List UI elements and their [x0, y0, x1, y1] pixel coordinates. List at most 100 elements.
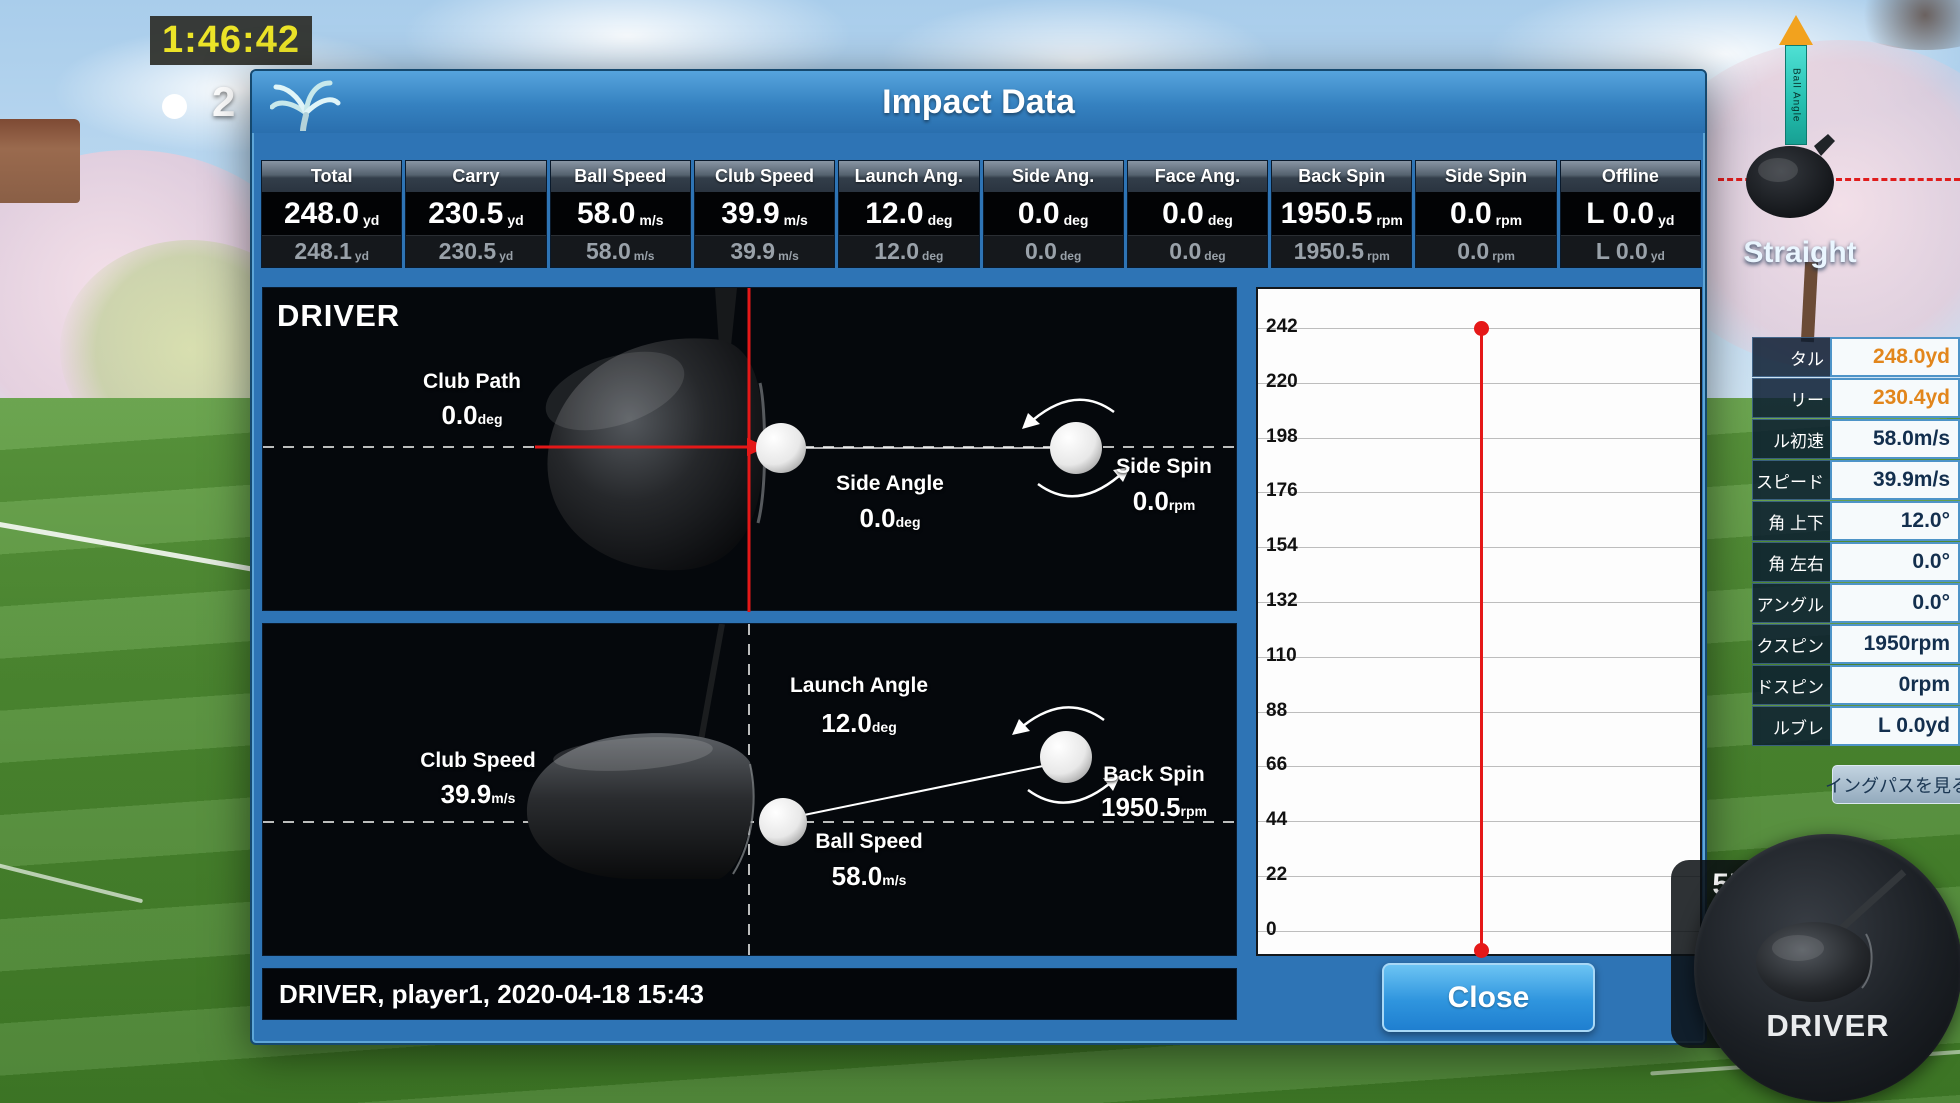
stat-label: Face Ang.	[1128, 161, 1267, 192]
hud-row-side-spin: ドスピン0rpm	[1752, 665, 1960, 705]
stat-column-offline: Offline L 0.0yd L 0.0yd	[1560, 160, 1701, 268]
ball-speed-value: 58.0m/s	[832, 861, 907, 892]
stat-column-side-spin: Side Spin 0.0rpm 0.0rpm	[1415, 160, 1556, 268]
stat-label: Total	[262, 161, 401, 192]
stat-value: 0.0rpm	[1416, 192, 1555, 235]
stat-value: 230.5yd	[406, 192, 545, 235]
flight-start-dot	[1474, 943, 1489, 958]
hud-row-launch-vertical: 角 上下12.0°	[1752, 501, 1960, 541]
stat-previous-value: 1950.5rpm	[1272, 235, 1411, 267]
chart-gridline: 44	[1258, 821, 1700, 822]
ball-angle-indicator: Ball Angle	[1785, 45, 1807, 145]
stat-column-ball-speed: Ball Speed 58.0m/s 58.0m/s	[550, 160, 691, 268]
ball-angle-arrow-icon	[1779, 15, 1813, 45]
stat-label: Side Spin	[1416, 161, 1555, 192]
hud-row-ball-speed: ル初速58.0m/s	[1752, 419, 1960, 459]
session-timer: 1:46:42	[150, 16, 312, 65]
stat-column-side-angle: Side Ang. 0.0deg 0.0deg	[983, 160, 1124, 268]
stat-label: Back Spin	[1272, 161, 1411, 192]
stat-column-total: Total 248.0yd 248.1yd	[261, 160, 402, 268]
club-top-view-graphic	[263, 288, 1238, 612]
stat-previous-value: 0.0deg	[1128, 235, 1267, 267]
club-side-view-graphic	[263, 624, 1238, 957]
stat-previous-value: 58.0m/s	[551, 235, 690, 267]
club-head-top-icon	[1744, 132, 1840, 224]
stat-label: Carry	[406, 161, 545, 192]
score-number: 2	[212, 78, 235, 126]
ball-angle-label: Ball Angle	[1791, 68, 1802, 122]
stat-column-back-spin: Back Spin 1950.5rpm 1950.5rpm	[1271, 160, 1412, 268]
club-speed-label: Club Speed	[420, 749, 536, 773]
panel-club-name: DRIVER	[277, 298, 400, 334]
score-bullet	[162, 94, 187, 119]
stat-previous-value: 39.9m/s	[695, 235, 834, 267]
club-selector-label: DRIVER	[1694, 1008, 1960, 1044]
stat-previous-value: L 0.0yd	[1561, 235, 1700, 267]
launch-angle-label: Launch Angle	[790, 674, 928, 698]
back-spin-label: Back Spin	[1103, 763, 1205, 787]
stat-value: L 0.0yd	[1561, 192, 1700, 235]
shot-shape-label: Straight	[1700, 236, 1900, 270]
flight-path-line	[1480, 328, 1483, 950]
chart-gridline: 22	[1258, 876, 1700, 877]
stat-previous-value: 0.0rpm	[1416, 235, 1555, 267]
stat-column-club-speed: Club Speed 39.9m/s 39.9m/s	[694, 160, 835, 268]
stat-column-face-angle: Face Ang. 0.0deg 0.0deg	[1127, 160, 1268, 268]
club-speed-value: 39.9m/s	[441, 779, 516, 810]
club-side-view-panel: Launch Angle 12.0deg Club Speed 39.9m/s …	[262, 623, 1237, 956]
dialog-header: Impact Data	[252, 71, 1705, 133]
hud-stats-table: タル248.0yd リー230.4yd ル初速58.0m/s スピード39.9m…	[1752, 337, 1960, 747]
side-spin-value: 0.0rpm	[1133, 486, 1196, 517]
hud-row-launch-horizontal: 角 左右0.0°	[1752, 542, 1960, 582]
stat-value: 248.0yd	[262, 192, 401, 235]
ball-speed-label: Ball Speed	[815, 830, 922, 854]
stat-previous-value: 12.0deg	[839, 235, 978, 267]
dialog-title: Impact Data	[252, 71, 1705, 133]
stat-value: 12.0deg	[839, 192, 978, 235]
stat-previous-value: 0.0deg	[984, 235, 1123, 267]
stat-label: Side Ang.	[984, 161, 1123, 192]
chart-gridline: 176	[1258, 492, 1700, 493]
chart-gridline: 154	[1258, 547, 1700, 548]
hud-row-offline: ルブレL 0.0yd	[1752, 706, 1960, 746]
stat-label: Club Speed	[695, 161, 834, 192]
ball-flight-chart: 242 220 198 176 154 132 110 88 66 44 22 …	[1256, 287, 1702, 956]
side-spin-label: Side Spin	[1116, 455, 1212, 479]
stat-value: 0.0deg	[1128, 192, 1267, 235]
close-button[interactable]: Close	[1382, 963, 1595, 1032]
building	[0, 119, 80, 203]
back-spin-value: 1950.5rpm	[1101, 792, 1207, 823]
side-angle-value: 0.0deg	[859, 503, 920, 534]
flight-end-dot	[1474, 321, 1489, 336]
stat-column-launch-angle: Launch Ang. 12.0deg 12.0deg	[838, 160, 979, 268]
chart-gridline: 198	[1258, 438, 1700, 439]
stat-value: 1950.5rpm	[1272, 192, 1411, 235]
chart-gridline: 132	[1258, 602, 1700, 603]
chart-gridline: 110	[1258, 657, 1700, 658]
hud-row-head-speed: スピード39.9m/s	[1752, 460, 1960, 500]
club-path-value: 0.0deg	[441, 400, 502, 431]
impact-stats-grid: Total 248.0yd 248.1yd Carry 230.5yd 230.…	[261, 160, 1701, 268]
stat-value: 0.0deg	[984, 192, 1123, 235]
golf-simulator-screen: 1:46:42 2 Impact Data Total 248.0yd 248.…	[0, 0, 1960, 1103]
hud-row-back-spin: クスピン1950rpm	[1752, 624, 1960, 664]
hud-row-carry: リー230.4yd	[1752, 378, 1960, 418]
club-path-label: Club Path	[423, 370, 521, 394]
stat-label: Ball Speed	[551, 161, 690, 192]
stat-previous-value: 230.5yd	[406, 235, 545, 267]
stat-value: 39.9m/s	[695, 192, 834, 235]
view-swing-path-button[interactable]: イングパスを見る	[1832, 765, 1960, 804]
hud-row-face-angle: アングル0.0°	[1752, 583, 1960, 623]
shot-info-bar: DRIVER, player1, 2020-04-18 15:43	[262, 968, 1237, 1020]
stat-label: Launch Ang.	[839, 161, 978, 192]
chart-gridline: 88	[1258, 712, 1700, 713]
launch-angle-value: 12.0deg	[821, 708, 897, 739]
chart-gridline: 66	[1258, 766, 1700, 767]
stat-previous-value: 248.1yd	[262, 235, 401, 267]
impact-data-dialog: Impact Data Total 248.0yd 248.1yd Carry …	[250, 69, 1707, 1045]
stat-value: 58.0m/s	[551, 192, 690, 235]
stat-column-carry: Carry 230.5yd 230.5yd	[405, 160, 546, 268]
stat-label: Offline	[1561, 161, 1700, 192]
chart-gridline: 220	[1258, 383, 1700, 384]
club-top-view-panel: DRIVER Club Path 0.0deg Side Angle 0.0de…	[262, 287, 1237, 611]
